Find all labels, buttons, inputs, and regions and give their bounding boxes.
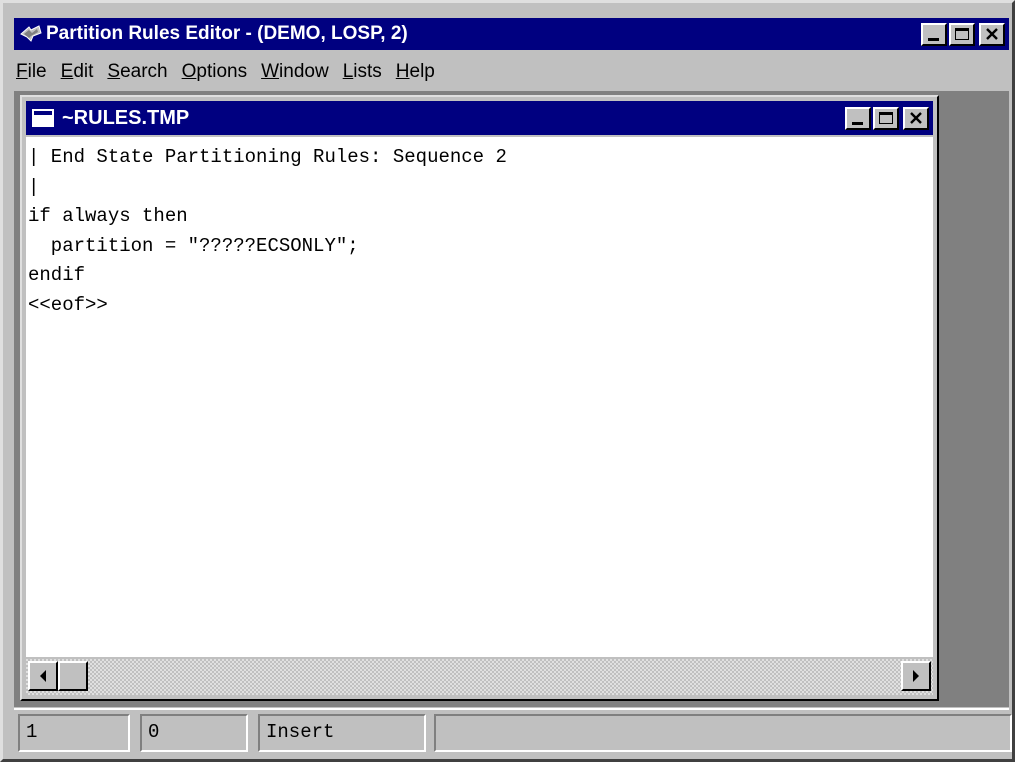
menu-file[interactable]: File [14,61,55,83]
window-caption-buttons [921,23,1005,46]
status-column-number: 0 [140,714,248,752]
menu-edit-rest: dit [73,61,94,82]
document-minimize-button[interactable] [845,107,871,130]
code-line: | [28,175,40,198]
arrow-left-icon [40,670,46,682]
code-line: <<eof>> [28,293,108,316]
status-insert-mode: Insert [258,714,426,752]
document-title: ~RULES.TMP [62,107,190,129]
menu-window-rest: indow [279,61,329,82]
maximize-button[interactable] [949,23,975,46]
code-text: | End State Partitioning Rules: Sequence… [26,137,933,320]
document-icon[interactable] [32,109,54,127]
menu-edit[interactable]: Edit [59,61,102,83]
menu-search-rest: earch [120,61,168,82]
menu-lists-mnemonic: L [342,61,354,82]
menu-window[interactable]: Window [259,61,337,83]
app-icon [20,25,42,42]
maximize-icon [879,112,893,124]
scroll-right-button[interactable] [901,661,931,691]
menu-file-rest: ile [27,61,47,82]
minimize-icon [928,38,939,41]
menu-search-mnemonic: S [107,61,121,82]
menu-lists[interactable]: Lists [341,61,390,83]
maximize-icon [955,28,969,40]
status-bar: 1 0 Insert [14,708,1012,754]
scroll-thumb[interactable] [58,661,88,691]
code-line: endif [28,264,86,286]
close-icon [910,112,922,124]
menu-options[interactable]: Options [180,61,255,83]
minimize-button[interactable] [921,23,947,46]
status-message [434,714,1012,752]
code-line: partition = "?????ECSONLY"; [28,234,359,257]
horizontal-scrollbar[interactable] [26,659,933,695]
document-caption-buttons [845,107,929,130]
title-bar[interactable]: Partition Rules Editor - (DEMO, LOSP, 2) [14,18,1009,50]
menu-options-rest: ptions [196,61,248,82]
menu-bar: File Edit Search Options Window Lists He… [14,54,1009,90]
scroll-left-button[interactable] [28,661,58,691]
menu-window-mnemonic: W [261,61,280,82]
arrow-right-icon [913,670,919,682]
status-line-number: 1 [18,714,130,752]
menu-edit-mnemonic: E [60,61,74,82]
document-title-bar[interactable]: ~RULES.TMP [26,101,933,135]
window-title: Partition Rules Editor - (DEMO, LOSP, 2) [46,23,408,44]
document-window: ~RULES.TMP | End State Partitioning Rule… [20,95,939,701]
menu-file-mnemonic: F [16,61,28,82]
close-button[interactable] [979,23,1005,46]
menu-lists-rest: ists [353,61,382,82]
menu-search[interactable]: Search [105,61,175,83]
document-maximize-button[interactable] [873,107,899,130]
document-close-button[interactable] [903,107,929,130]
menu-options-mnemonic: O [181,61,197,82]
close-icon [986,28,998,40]
code-line: if always then [28,205,188,227]
code-line: | End State Partitioning Rules: Sequence… [28,146,507,168]
menu-help-rest: elp [409,61,435,82]
text-editor[interactable]: | End State Partitioning Rules: Sequence… [26,137,933,657]
minimize-icon [852,122,863,125]
menu-help-mnemonic: H [395,61,410,82]
mdi-client-area: ~RULES.TMP | End State Partitioning Rule… [14,91,1009,707]
menu-help[interactable]: Help [394,61,443,83]
